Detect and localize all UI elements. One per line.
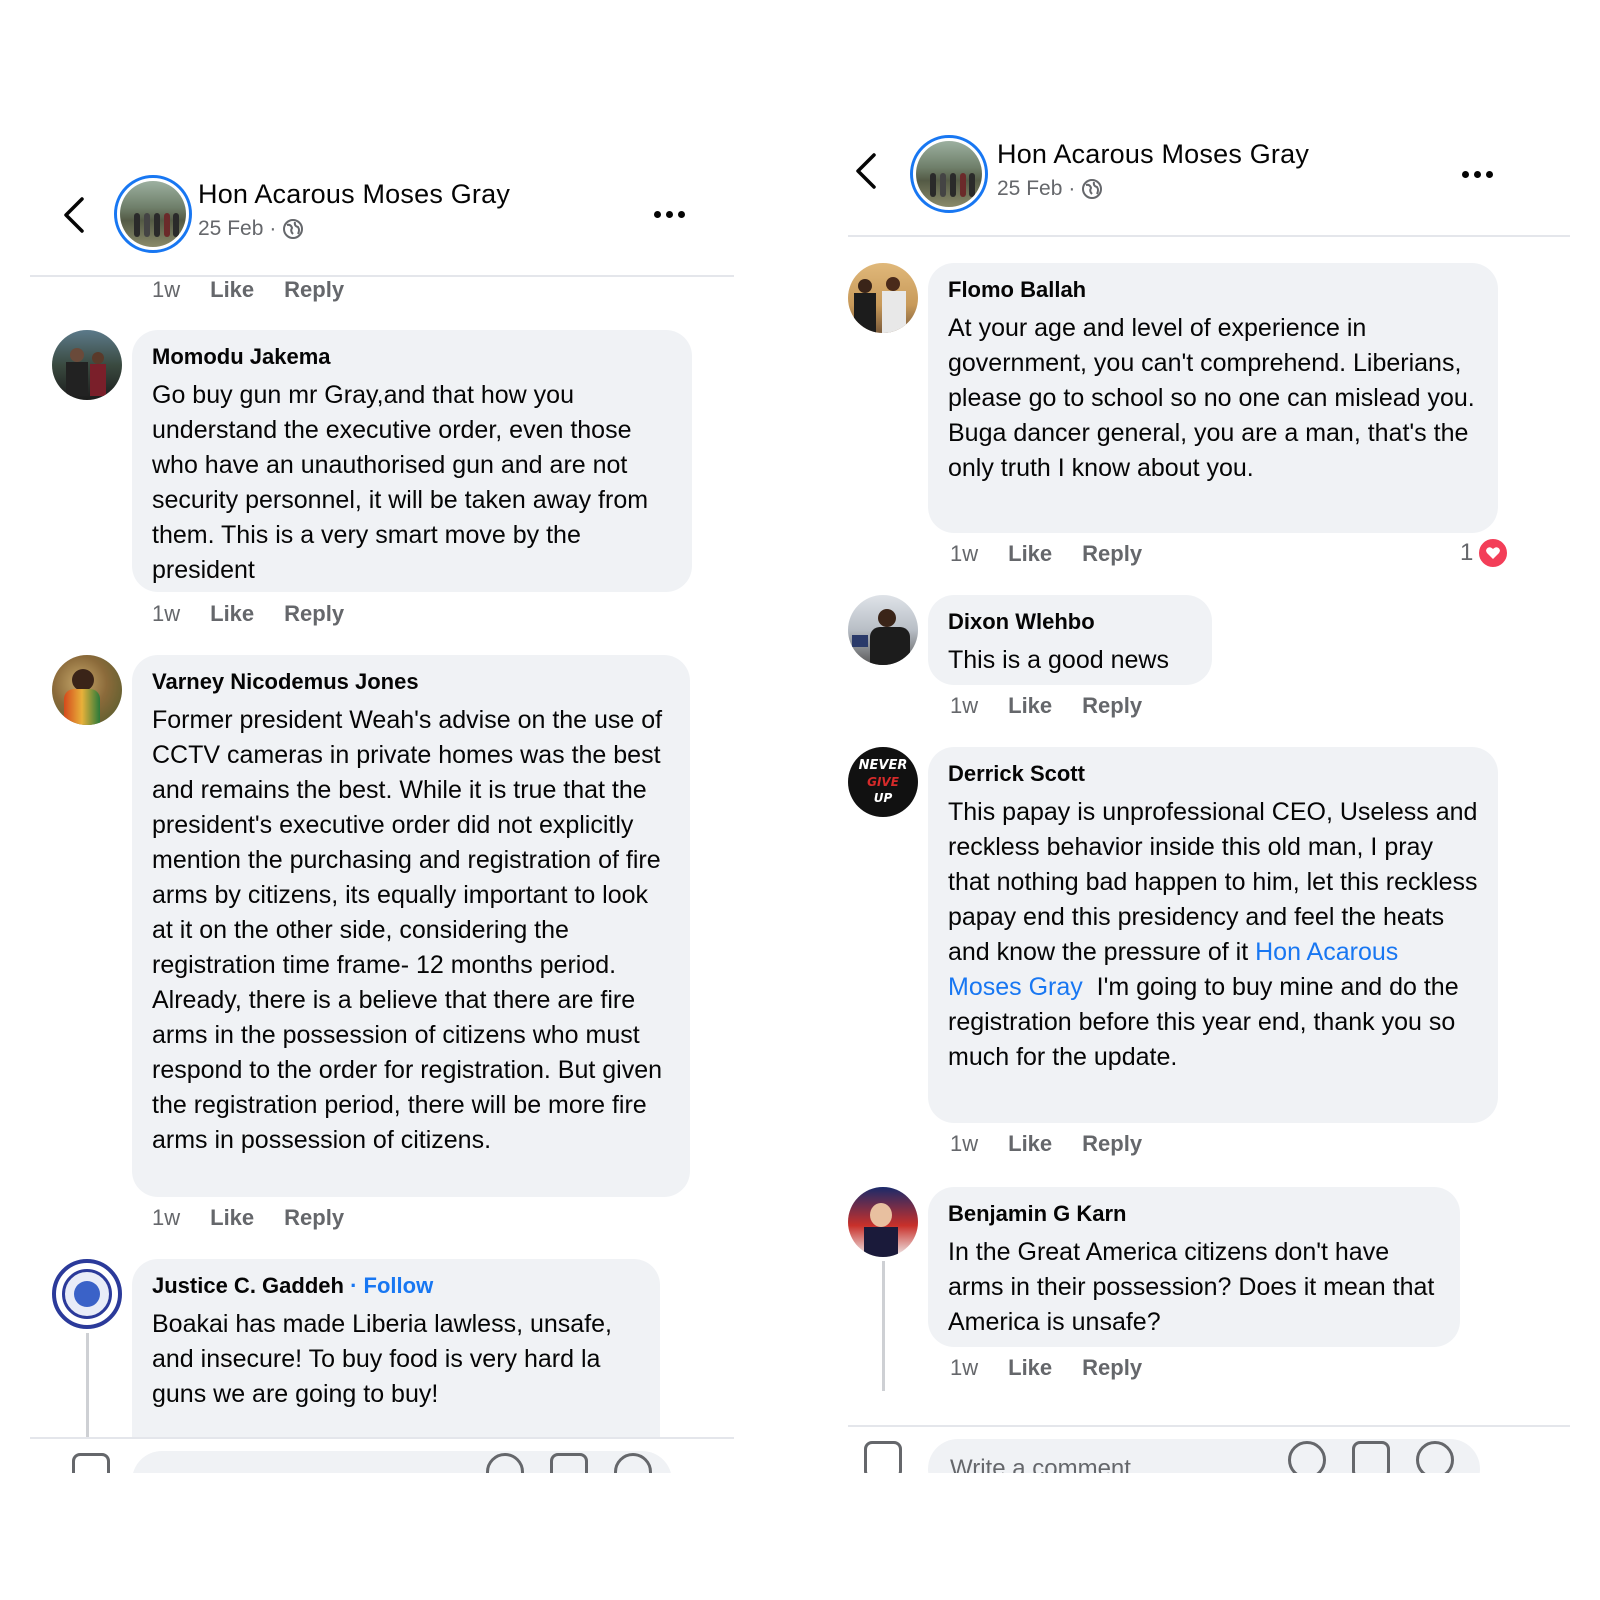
- comment-bubble: Varney Nicodemus Jones Former president …: [132, 655, 690, 1197]
- chevron-left-icon[interactable]: [56, 193, 96, 237]
- commenter-name[interactable]: Flomo Ballah: [948, 277, 1478, 303]
- comment-actions: 1w Like Reply: [950, 1131, 1142, 1157]
- author-name[interactable]: Hon Acarous Moses Gray: [997, 139, 1309, 170]
- camera-icon[interactable]: [72, 1453, 110, 1473]
- avatar-text: UP: [873, 791, 893, 805]
- comment-bubble: Flomo Ballah At your age and level of ex…: [928, 263, 1498, 533]
- comment-actions: 1w Like Reply: [152, 277, 344, 303]
- commenter-avatar[interactable]: [848, 1187, 918, 1257]
- comment-actions: 1w Like Reply: [950, 541, 1142, 567]
- post-meta: 25 Feb ·: [997, 177, 1103, 201]
- comment-text: In the Great America citizens don't have…: [948, 1238, 1435, 1336]
- right-screenshot: Hon Acarous Moses Gray 25 Feb · Flomo Ba…: [848, 115, 1570, 1473]
- globe-icon: [1082, 179, 1103, 199]
- comment-bubble: Momodu Jakema Go buy gun mr Gray,and tha…: [132, 330, 692, 592]
- comment-input[interactable]: [132, 1451, 672, 1473]
- post-header: Hon Acarous Moses Gray 25 Feb ·: [848, 115, 1570, 237]
- comment-actions: 1w Like Reply: [152, 601, 344, 627]
- like-button[interactable]: Like: [1008, 541, 1052, 567]
- comment-text: Go buy gun mr Gray,and that how you unde…: [152, 381, 649, 584]
- comment-actions: 1w Like Reply: [950, 1355, 1142, 1381]
- comment-text: At your age and level of experience in g…: [948, 314, 1475, 482]
- post-meta: 25 Feb ·: [198, 217, 304, 241]
- commenter-name[interactable]: Momodu Jakema: [152, 344, 672, 370]
- more-dots-icon[interactable]: [1462, 165, 1502, 185]
- avatar-text: NEVER: [858, 758, 908, 773]
- comment-placeholder: Write a comment…: [950, 1455, 1155, 1473]
- meta-separator: ·: [1068, 177, 1076, 200]
- commenter-avatar[interactable]: [848, 595, 918, 665]
- more-dots-icon[interactable]: [654, 205, 694, 225]
- like-button[interactable]: Like: [1008, 1355, 1052, 1381]
- comment-time: 1w: [950, 1131, 979, 1156]
- comment-actions: 1w Like Reply: [950, 693, 1142, 719]
- commenter-avatar[interactable]: [52, 330, 122, 400]
- comment-time: 1w: [950, 541, 979, 566]
- comment-actions: 1w Like Reply: [152, 1205, 344, 1231]
- comment-composer: Write a comment…: [848, 1425, 1570, 1473]
- comment-time: 1w: [152, 1205, 181, 1230]
- gif-icon[interactable]: [1352, 1441, 1390, 1473]
- heart-reaction-icon: [1477, 537, 1510, 569]
- sticker-icon[interactable]: [1288, 1441, 1326, 1473]
- reply-button[interactable]: Reply: [1082, 1131, 1142, 1157]
- chevron-left-icon[interactable]: [848, 149, 888, 193]
- reply-button[interactable]: Reply: [1082, 693, 1142, 719]
- follow-separator: ·: [350, 1273, 358, 1298]
- globe-icon: [283, 219, 304, 239]
- commenter-avatar[interactable]: NEVER GIVE UP: [848, 747, 918, 817]
- commenter-name[interactable]: Justice C. Gaddeh: [152, 1273, 344, 1298]
- like-button[interactable]: Like: [1008, 1131, 1052, 1157]
- like-button[interactable]: Like: [210, 277, 254, 303]
- comment-bubble: Dixon Wlehbo This is a good news: [928, 595, 1212, 685]
- comment-time: 1w: [950, 1355, 979, 1380]
- meta-separator: ·: [269, 217, 277, 240]
- follow-link[interactable]: Follow: [364, 1273, 434, 1298]
- commenter-name[interactable]: Benjamin G Karn: [948, 1201, 1440, 1227]
- comment-composer: [30, 1437, 734, 1473]
- commenter-avatar[interactable]: [52, 1259, 122, 1329]
- comment-text: Boakai has made Liberia lawless, unsafe,…: [152, 1310, 612, 1408]
- reply-button[interactable]: Reply: [1082, 1355, 1142, 1381]
- commenter-avatar[interactable]: [52, 655, 122, 725]
- gif-icon[interactable]: [550, 1453, 588, 1473]
- comment-text: This papay is unprofessional CEO, Useles…: [948, 795, 1478, 1075]
- camera-icon[interactable]: [864, 1441, 902, 1473]
- like-button[interactable]: Like: [210, 1205, 254, 1231]
- commenter-avatar[interactable]: [848, 263, 918, 333]
- commenter-name[interactable]: Derrick Scott: [948, 761, 1478, 787]
- avatar-text: GIVE: [867, 775, 899, 789]
- comment-bubble: Derrick Scott This papay is unprofession…: [928, 747, 1498, 1123]
- author-name[interactable]: Hon Acarous Moses Gray: [198, 179, 510, 210]
- author-avatar[interactable]: [910, 135, 988, 213]
- reaction-count: 1: [1460, 539, 1474, 566]
- reply-button[interactable]: Reply: [284, 1205, 344, 1231]
- commenter-name[interactable]: Varney Nicodemus Jones: [152, 669, 670, 695]
- commenter-name[interactable]: Dixon Wlehbo: [948, 609, 1192, 635]
- reply-button[interactable]: Reply: [1082, 541, 1142, 567]
- reply-thread-line: [882, 1261, 885, 1391]
- post-date: 25 Feb: [997, 177, 1063, 200]
- comment-text: This is a good news: [948, 646, 1169, 674]
- author-avatar[interactable]: [114, 175, 192, 253]
- comment-bubble: Benjamin G Karn In the Great America cit…: [928, 1187, 1460, 1347]
- reply-button[interactable]: Reply: [284, 601, 344, 627]
- comment-input[interactable]: Write a comment…: [928, 1439, 1480, 1473]
- post-date: 25 Feb: [198, 217, 264, 240]
- comment-time: 1w: [152, 601, 181, 626]
- comment-text: Former president Weah's advise on the us…: [152, 706, 663, 1154]
- reaction-summary[interactable]: 1: [1460, 537, 1510, 569]
- comment-time: 1w: [950, 693, 979, 718]
- comment-time: 1w: [152, 277, 181, 302]
- reply-button[interactable]: Reply: [284, 277, 344, 303]
- left-screenshot: Hon Acarous Moses Gray 25 Feb · 1w Like …: [30, 155, 734, 1473]
- like-button[interactable]: Like: [210, 601, 254, 627]
- like-button[interactable]: Like: [1008, 693, 1052, 719]
- post-header: Hon Acarous Moses Gray 25 Feb ·: [30, 155, 734, 277]
- emoji-icon[interactable]: [1416, 1441, 1454, 1473]
